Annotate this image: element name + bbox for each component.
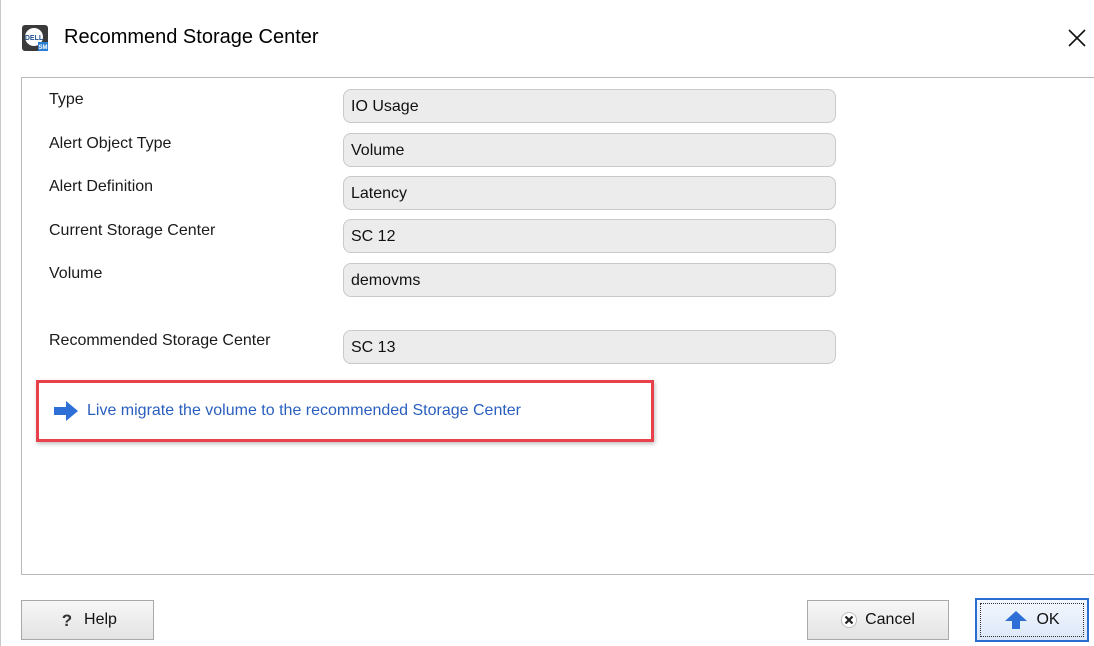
cancel-icon <box>841 612 858 628</box>
help-icon: ? <box>58 611 76 629</box>
cancel-button-label: Cancel <box>865 611 915 628</box>
arrow-right-icon <box>54 401 78 421</box>
current-storage-center-field: SC 12 <box>343 219 836 253</box>
live-migrate-link-label: Live migrate the volume to the recommend… <box>87 402 522 419</box>
help-button[interactable]: ? Help <box>21 600 154 640</box>
alert-definition-field: Latency <box>343 176 836 210</box>
ok-button-label: OK <box>1036 611 1060 628</box>
svg-text:?: ? <box>62 611 72 629</box>
ok-button[interactable]: OK <box>975 598 1089 642</box>
close-icon <box>1068 29 1086 47</box>
svg-text:SM: SM <box>39 45 48 51</box>
title-bar: DELL SM Recommend Storage Center <box>1 0 1094 80</box>
current-storage-center-label: Current Storage Center <box>49 222 216 239</box>
live-migrate-link[interactable]: Live migrate the volume to the recommend… <box>53 399 521 423</box>
close-button[interactable] <box>1059 20 1094 56</box>
recommended-storage-center-label: Recommended Storage Center <box>49 332 271 349</box>
recommended-storage-center-field: SC 13 <box>343 330 836 364</box>
alert-definition-label: Alert Definition <box>49 178 154 195</box>
window-title: Recommend Storage Center <box>64 26 319 48</box>
focus-ring <box>980 603 1084 637</box>
volume-field: demovms <box>343 263 836 297</box>
dell-storage-manager-icon: DELL SM <box>22 25 48 51</box>
type-field: IO Usage <box>343 89 836 123</box>
up-arrow-icon <box>1004 610 1028 630</box>
alert-object-type-label: Alert Object Type <box>49 135 172 152</box>
type-label: Type <box>49 91 84 108</box>
help-button-label: Help <box>84 611 117 628</box>
alert-object-type-field: Volume <box>343 133 836 167</box>
svg-text:DELL: DELL <box>25 35 44 42</box>
volume-label: Volume <box>49 265 103 282</box>
cancel-button[interactable]: Cancel <box>807 600 949 640</box>
recommend-storage-center-dialog: DELL SM Recommend Storage Center Type IO… <box>0 0 1094 646</box>
